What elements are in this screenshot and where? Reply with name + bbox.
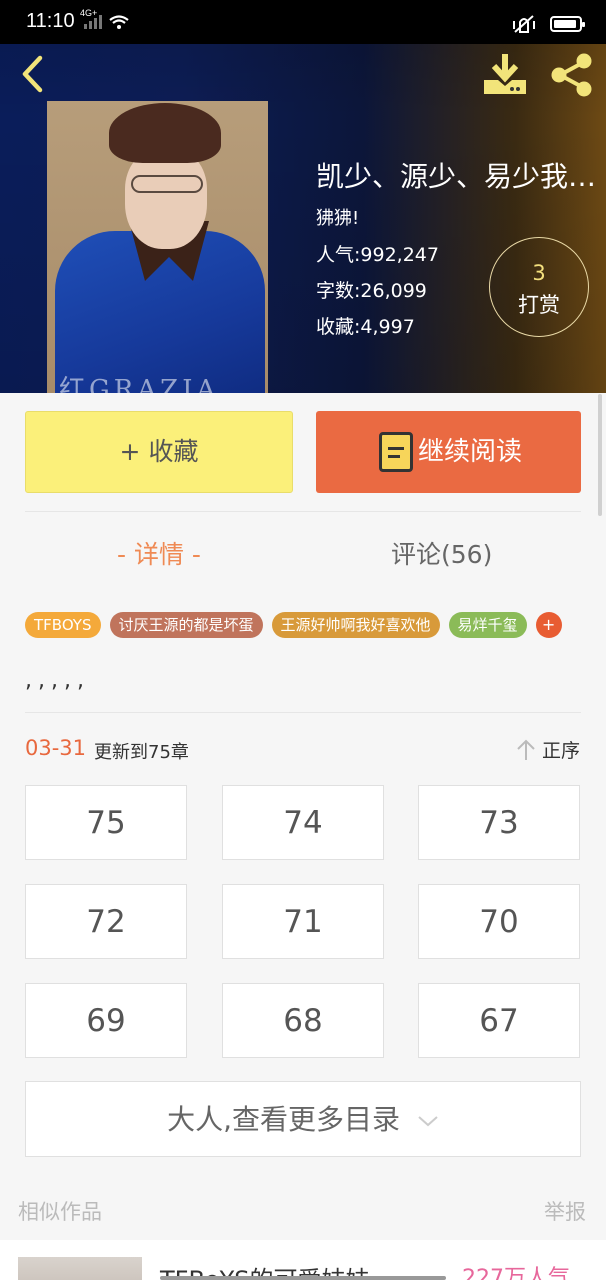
status-right [512,14,585,34]
sort-order-label: 正序 [542,740,581,762]
chapter-button[interactable]: 75 [25,785,187,860]
chapter-button[interactable]: 73 [418,785,580,860]
download-icon [484,54,526,94]
arrow-up-icon [517,739,535,760]
battery-icon [550,16,585,32]
tag-list: TFBOYS 讨厌王源的都是坏蛋 王源好帅啊我好喜欢他 易烊千玺 + [25,612,562,638]
update-text: 更新到75章 [94,742,189,763]
cover-figure-glasses [131,175,203,193]
book-title: 凯少、源少、易少我… [316,160,597,193]
reward-count: 3 [532,261,546,285]
status-time: 11:10 [26,10,75,32]
reward-button[interactable]: 3 打赏 [489,237,589,337]
chapter-button[interactable]: 69 [25,983,187,1058]
book-author[interactable]: 狒狒! [316,204,359,230]
chapter-button[interactable]: 67 [418,983,580,1058]
reward-label: 打赏 [518,293,560,317]
divider [25,511,581,512]
similar-works-heading: 相似作品 [18,1200,102,1224]
share-icon [551,53,592,97]
chapter-button[interactable]: 71 [222,884,384,959]
tag-chip[interactable]: 易烊千玺 [448,612,527,638]
share-button[interactable] [548,52,596,98]
home-indicator[interactable] [160,1276,446,1280]
similar-work-item[interactable]: TFBoYS的可爱妹妹 227万人气 [0,1240,606,1280]
similar-work-thumbnail [18,1257,142,1280]
more-toc-label: 大人,查看更多目录 [167,1103,400,1136]
chapter-button[interactable]: 70 [418,884,580,959]
continue-reading-button[interactable]: 继续阅读 [316,411,581,493]
chapter-button[interactable]: 72 [25,884,187,959]
back-button[interactable] [16,52,52,96]
vibrate-icon [513,15,535,33]
chapter-button[interactable]: 74 [222,785,384,860]
tab-detail[interactable]: - 详情 - [117,535,201,571]
scrollbar[interactable] [598,394,602,516]
popularity-stat: 人气:992,247 [316,244,439,266]
tab-comments[interactable]: 评论(56) [391,535,492,571]
report-button[interactable]: 举报 [544,1196,586,1226]
similar-work-popularity: 227万人气 [462,1266,570,1280]
download-button[interactable] [480,52,530,98]
more-toc-button[interactable]: 大人,查看更多目录 [25,1081,581,1157]
tag-chip[interactable]: TFBOYS [25,612,101,638]
chevron-left-icon [22,55,43,93]
continue-reading-label: 继续阅读 [418,437,523,467]
word-count-stat: 字数:26,099 [316,280,427,302]
book-icon [379,432,413,472]
add-favorite-button[interactable]: + 收藏 [25,411,293,493]
book-description: ,,,,, [25,668,90,693]
cover-figure-face [125,149,207,249]
status-bar: 11:10 4G+ [0,0,606,44]
chevron-down-icon [418,1116,438,1127]
chapter-button[interactable]: 68 [222,983,384,1058]
tag-chip[interactable]: 王源好帅啊我好喜欢他 [271,612,440,638]
cover-magazine-logo: 红GRAZIA [59,375,220,393]
book-cover[interactable]: 红GRAZIA [47,101,268,393]
update-date: 03-31 [25,736,87,760]
more-tags-button[interactable]: + [535,612,562,638]
favorites-stat: 收藏:4,997 [316,316,415,338]
signal-wifi-icon [84,15,129,29]
divider [25,712,581,713]
tag-chip[interactable]: 讨厌王源的都是坏蛋 [109,612,263,638]
sort-order-button[interactable]: 正序 [516,736,580,763]
cover-figure-hat [109,103,221,163]
